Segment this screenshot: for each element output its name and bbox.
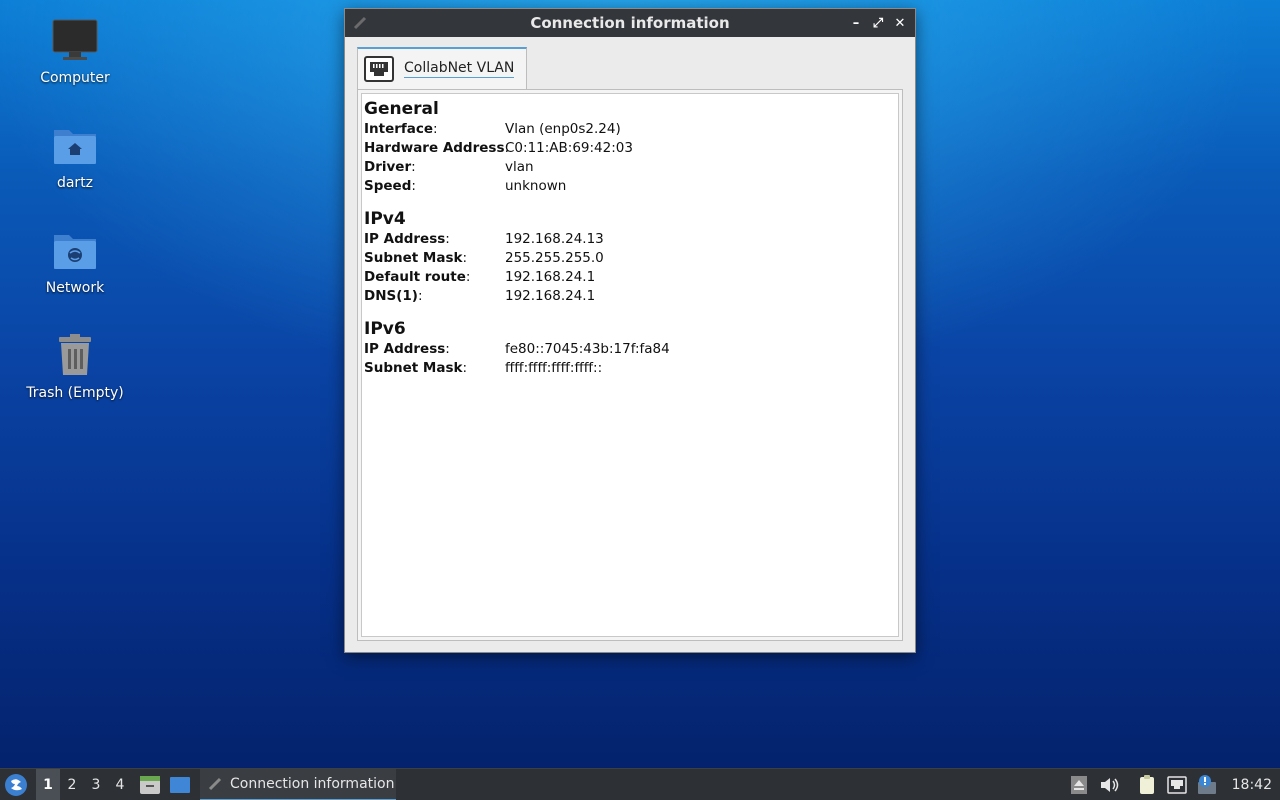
detail-row: IP Address: 192.168.24.13 <box>364 231 604 247</box>
detail-value: 255.255.255.0 <box>505 250 604 266</box>
close-button[interactable]: ✕ <box>891 13 909 33</box>
maximize-button[interactable]: ⤢ <box>869 13 887 33</box>
section-title-general: General <box>364 99 439 119</box>
detail-row: Default route: 192.168.24.1 <box>364 269 596 285</box>
clock[interactable]: 18:42 <box>1232 777 1272 793</box>
detail-row: DNS(1): 192.168.24.1 <box>364 288 596 304</box>
detail-row: Interface: Vlan (enp0s2.24) <box>364 121 621 137</box>
section-title-ipv4: IPv4 <box>364 209 406 229</box>
detail-key: Subnet Mask <box>364 360 463 376</box>
detail-row: Subnet Mask: 255.255.255.0 <box>364 250 604 266</box>
detail-row: IP Address: fe80::7045:43b:17f:fa84 <box>364 341 670 357</box>
desktop-icon-label: Trash (Empty) <box>26 385 124 401</box>
volume-icon[interactable] <box>1098 774 1120 796</box>
network-wired-icon[interactable] <box>1166 774 1188 796</box>
detail-value: unknown <box>505 178 567 194</box>
desktop-icon-label: Computer <box>40 70 110 86</box>
workspace-3-button[interactable]: 3 <box>84 769 108 800</box>
detail-row: Speed: unknown <box>364 178 567 194</box>
detail-key: Interface <box>364 121 434 137</box>
taskbar: 1 2 3 4 Connection information 18:42 <box>0 768 1280 800</box>
desktop-icon-home[interactable]: dartz <box>20 121 130 191</box>
tab-panel: General Interface: Vlan (enp0s2.24) Hard… <box>357 89 903 641</box>
detail-key: Hardware Address <box>364 140 505 156</box>
detail-value: vlan <box>505 159 534 175</box>
window-controls: – ⤢ ✕ <box>847 13 909 33</box>
tab-collabnet-vlan[interactable]: CollabNet VLAN <box>357 47 527 89</box>
detail-value: 192.168.24.1 <box>505 269 596 285</box>
show-desktop-icon[interactable] <box>168 773 192 797</box>
detail-value: fe80::7045:43b:17f:fa84 <box>505 341 670 357</box>
desktop-icon-label: dartz <box>56 175 94 191</box>
section-ipv4: IPv4 IP Address: 192.168.24.13 Subnet Ma… <box>364 208 896 306</box>
desktop-icon-trash[interactable]: Trash (Empty) <box>20 331 130 401</box>
start-menu-icon[interactable] <box>4 773 28 797</box>
eject-icon[interactable] <box>1068 774 1090 796</box>
desktop-icon-label: Network <box>45 280 105 296</box>
file-manager-icon[interactable] <box>138 773 162 797</box>
connection-details: General Interface: Vlan (enp0s2.24) Hard… <box>361 93 899 637</box>
detail-key: Driver <box>364 159 412 175</box>
desktop-icon-network[interactable]: Network <box>20 226 130 296</box>
computer-icon <box>52 19 98 60</box>
task-app-icon <box>208 777 222 790</box>
detail-value: 192.168.24.13 <box>505 231 604 247</box>
window-titlebar[interactable]: Connection information – ⤢ ✕ <box>345 9 915 37</box>
workspace-4-button[interactable]: 4 <box>108 769 132 800</box>
workspace-2-button[interactable]: 2 <box>60 769 84 800</box>
detail-key: IP Address <box>364 341 446 357</box>
detail-row: Hardware Address: C0:11:AB:69:42:03 <box>364 140 633 156</box>
minimize-button[interactable]: – <box>847 13 865 33</box>
detail-value: ffff:ffff:ffff:ffff:: <box>505 360 603 376</box>
connection-info-window: Connection information – ⤢ ✕ CollabNet V… <box>344 8 916 653</box>
window-app-icon <box>353 16 367 30</box>
desktop-icon-computer[interactable]: Computer <box>20 16 130 86</box>
window-title: Connection information <box>530 14 730 32</box>
section-general: General Interface: Vlan (enp0s2.24) Hard… <box>364 98 896 196</box>
home-folder-icon <box>54 130 96 164</box>
taskbar-task-connection-info[interactable]: Connection information <box>200 768 396 800</box>
detail-value: C0:11:AB:69:42:03 <box>505 140 633 156</box>
detail-key: Subnet Mask <box>364 250 463 266</box>
network-folder-icon <box>54 235 96 269</box>
detail-value: Vlan (enp0s2.24) <box>505 121 621 137</box>
ethernet-port-icon <box>364 56 394 82</box>
tab-label: CollabNet VLAN <box>404 60 515 78</box>
detail-key: Default route <box>364 269 466 285</box>
trash-icon <box>59 334 91 375</box>
clipboard-icon[interactable] <box>1136 774 1158 796</box>
section-title-ipv6: IPv6 <box>364 319 406 339</box>
detail-key: IP Address <box>364 231 446 247</box>
detail-key: DNS(1) <box>364 288 418 304</box>
system-tray: 18:42 <box>1064 769 1280 800</box>
section-ipv6: IPv6 IP Address: fe80::7045:43b:17f:fa84… <box>364 318 896 378</box>
detail-row: Subnet Mask: ffff:ffff:ffff:ffff:: <box>364 360 603 376</box>
task-label: Connection information <box>230 775 395 792</box>
workspace-1-button[interactable]: 1 <box>36 768 60 800</box>
detail-value: 192.168.24.1 <box>505 288 596 304</box>
detail-key: Speed <box>364 178 412 194</box>
detail-row: Driver: vlan <box>364 159 534 175</box>
update-notifier-icon[interactable] <box>1196 774 1218 796</box>
